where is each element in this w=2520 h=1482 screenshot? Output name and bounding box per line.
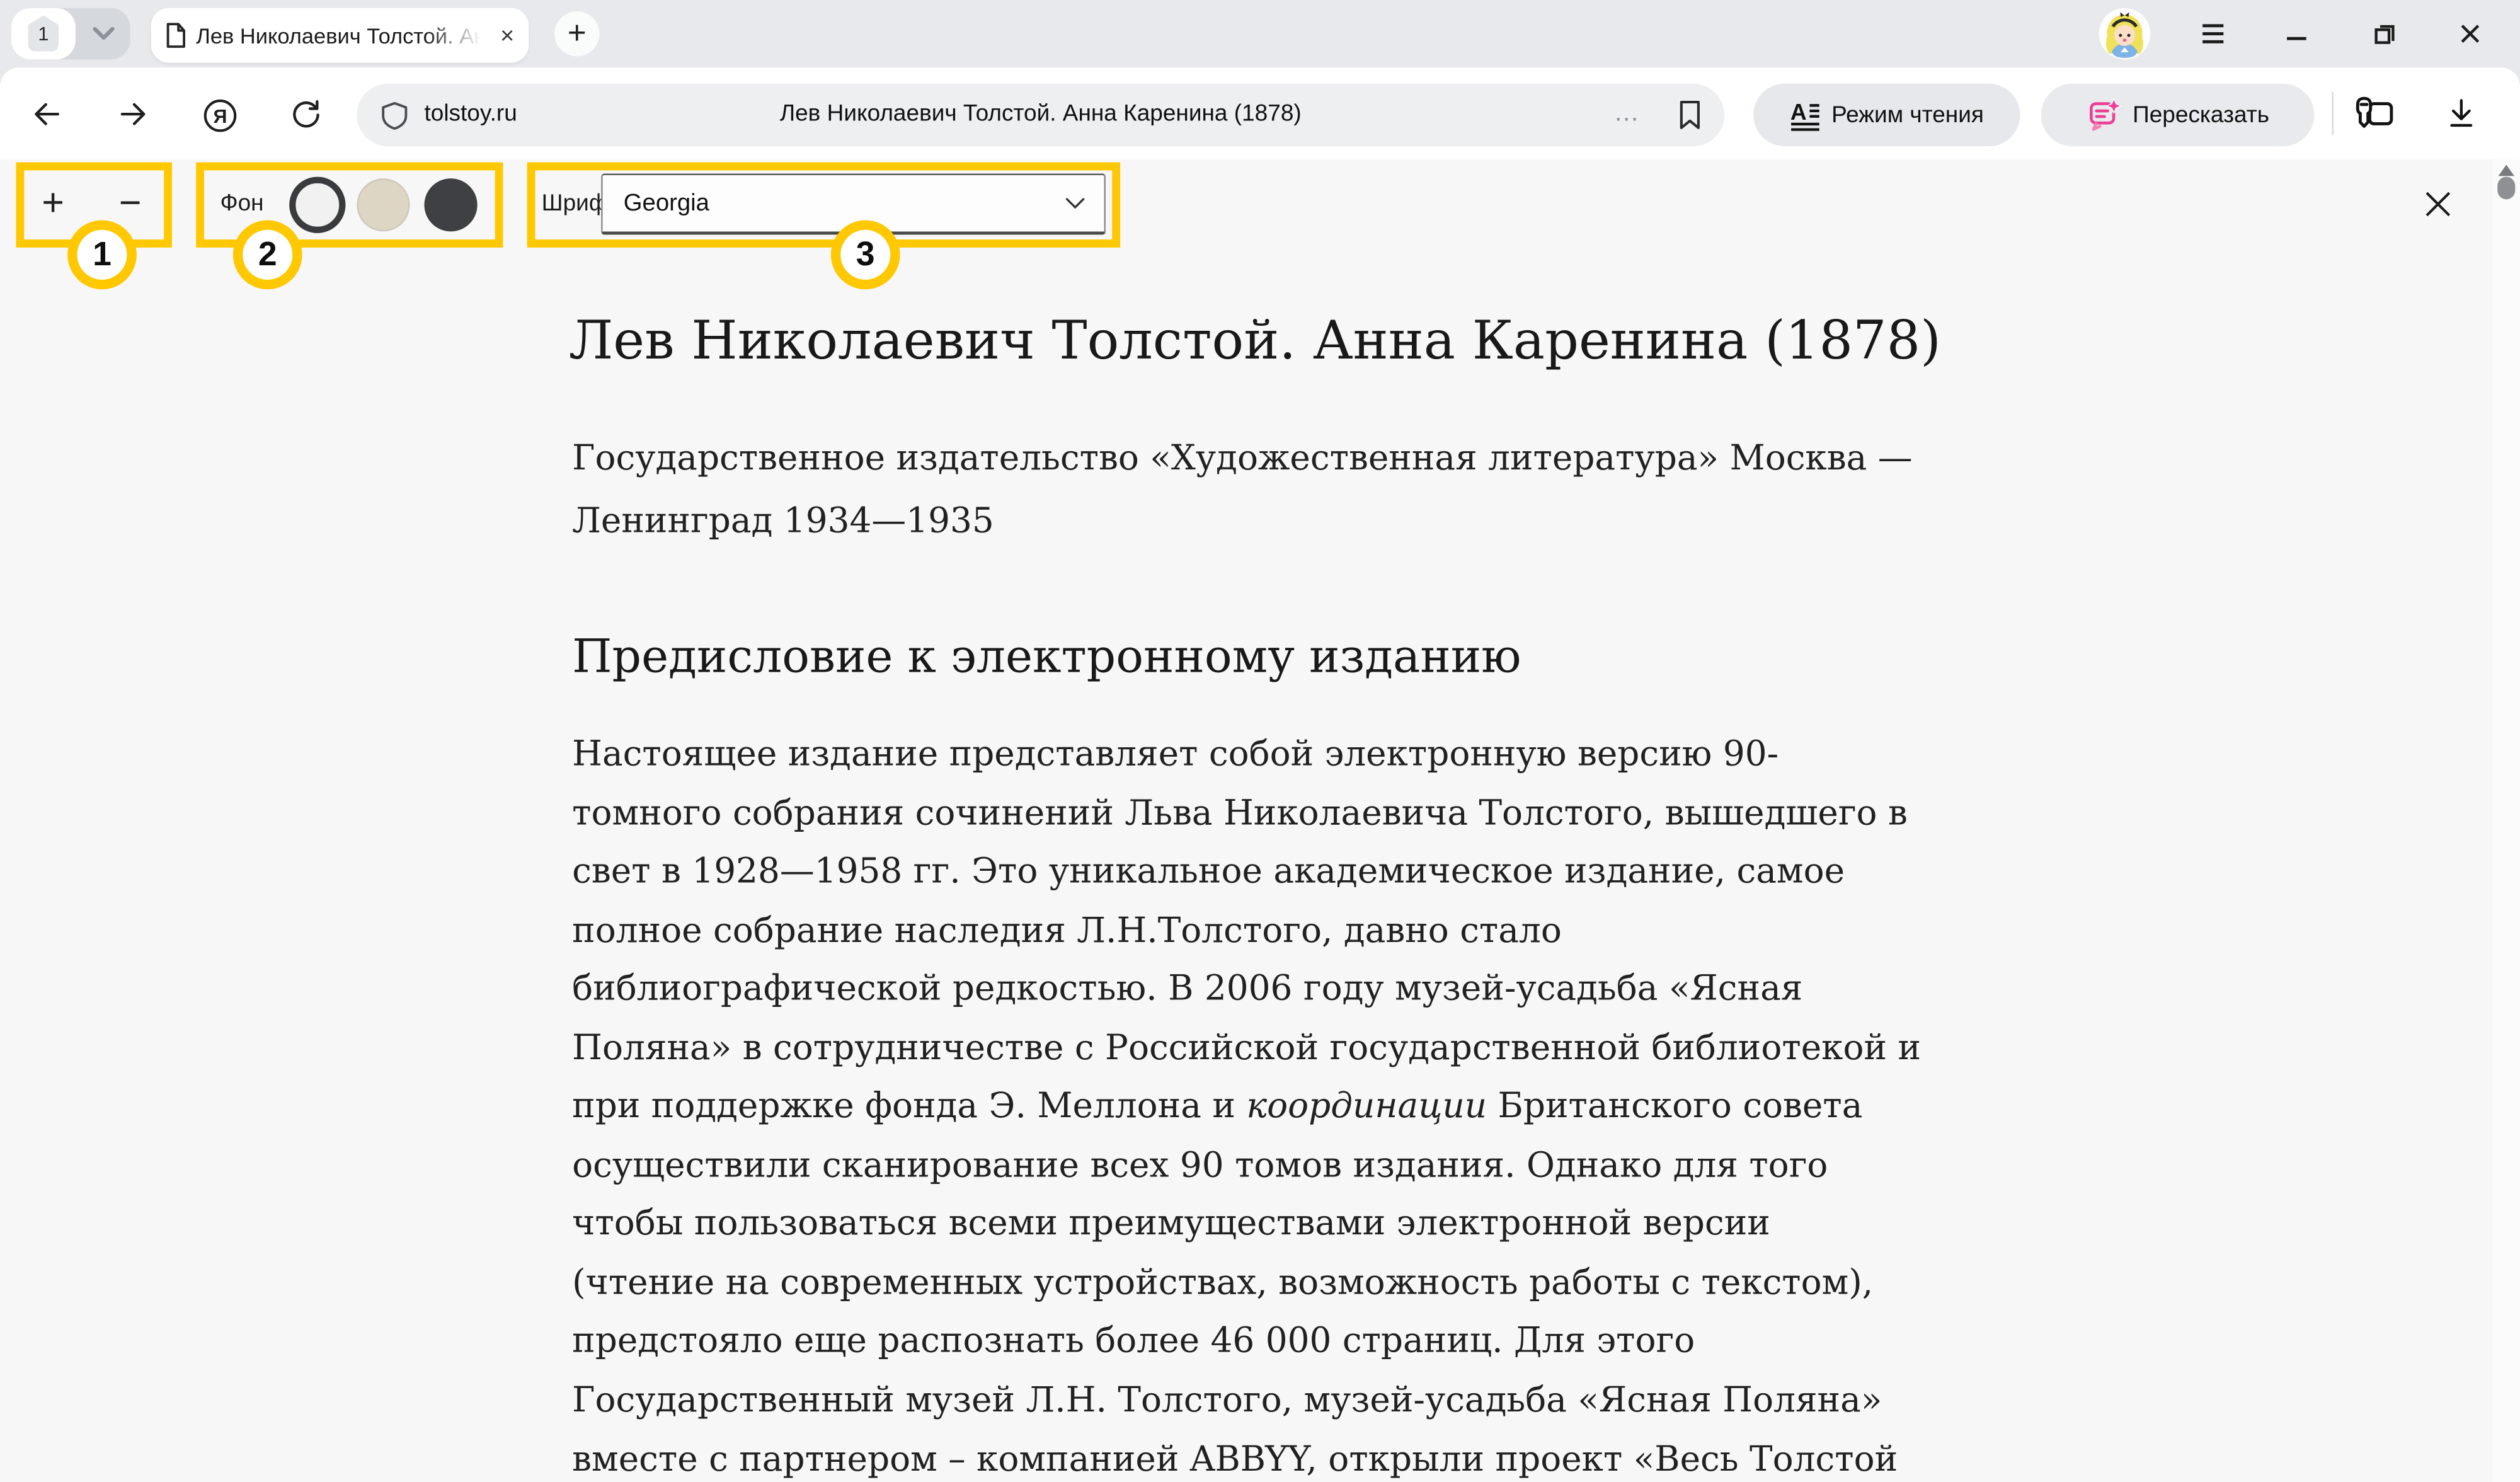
minimize-button[interactable] [2284, 21, 2310, 47]
more-options-icon[interactable]: … [1613, 84, 1641, 143]
forward-arrow-icon [117, 98, 149, 130]
reader-content: Лев Николаевич Толстой. Анна Каренина (1… [0, 251, 2493, 1482]
font-select-value: Georgia [624, 175, 709, 231]
body-line: свет в 1928—1958 гг. Это уникальное акад… [572, 844, 1921, 903]
article-body: Настоящее издание представляет собой эле… [572, 727, 1921, 1482]
back-arrow-icon [30, 98, 62, 130]
retell-button[interactable]: Пересказать [2041, 84, 2315, 146]
body-line-segment: при поддержке фонда Э. Меллона и [572, 1087, 1246, 1127]
article-title: Лев Николаевич Толстой. Анна Каренина (1… [569, 309, 1941, 371]
restore-button[interactable] [2372, 21, 2398, 47]
subtitle-line: Ленинград 1934—1935 [572, 491, 1912, 553]
tab-count-badge[interactable]: 1 [11, 8, 76, 60]
reading-mode-button[interactable]: А Режим чтения [1753, 84, 2020, 146]
url-page-title: Лев Николаевич Толстой. Анна Каренина (1… [357, 84, 1724, 146]
tab-close-icon[interactable]: × [500, 23, 514, 47]
body-line: предстояло еще распознать более 46 000 с… [572, 1314, 1921, 1372]
tab-list-dropdown[interactable] [76, 8, 130, 60]
avatar-girl-icon [2099, 8, 2151, 60]
scrollbar-thumb[interactable] [2497, 177, 2515, 200]
page-icon [166, 23, 186, 49]
passwords-cards-button[interactable] [2353, 95, 2397, 135]
retell-sparkle-chat-icon [2086, 97, 2121, 132]
new-tab-button[interactable]: + [554, 11, 599, 56]
body-line: Государственный музей Л.Н. Толстого, муз… [572, 1373, 1921, 1432]
body-line: чтобы пользоваться всеми преимуществами … [572, 1197, 1921, 1255]
article-heading: Предисловие к электронному изданию [572, 630, 1521, 683]
reload-icon [289, 98, 323, 132]
body-line: (чтение на современных устройствах, возм… [572, 1255, 1921, 1314]
tab-count-label: 1 [38, 23, 49, 45]
body-line: Настоящее издание представляет собой эле… [572, 727, 1921, 785]
url-bar[interactable]: tolstoy.ru Лев Николаевич Толстой. Анна … [357, 84, 1724, 146]
body-line: Поляна» в сотрудничестве с Российской го… [572, 1020, 1921, 1079]
body-line-segment: Британского совета [1487, 1087, 1862, 1127]
retell-label: Пересказать [2133, 102, 2269, 128]
background-swatch-sepia[interactable] [357, 178, 410, 231]
body-line: осуществили сканирование всех 90 томов и… [572, 1138, 1921, 1197]
scrollbar[interactable] [2493, 159, 2520, 1482]
background-swatch-light[interactable] [289, 177, 345, 233]
menu-button[interactable] [2200, 21, 2226, 47]
chevron-down-icon [91, 26, 115, 42]
browser-window: 1 Лев Николаевич Толстой. Анна Каренина … [0, 0, 2520, 1482]
reader-mode-toolbar: + − Фон Шрифт Georgia 1 [0, 159, 2493, 253]
svg-text:А: А [1790, 99, 1806, 124]
browser-tab[interactable]: Лев Николаевич Толстой. Анна Каренина (1… [151, 8, 529, 63]
download-icon [2444, 96, 2478, 130]
background-swatch-dark[interactable] [424, 178, 477, 231]
tab-title: Лев Николаевич Толстой. Анна Каренина (1… [196, 23, 490, 47]
callout-badge-3: 3 [831, 220, 900, 289]
scroll-up-arrow-icon[interactable] [2497, 164, 2515, 176]
tab-counter[interactable]: 1 [11, 8, 130, 60]
toolbar-divider [2332, 91, 2334, 135]
tab-bar: 1 Лев Николаевич Толстой. Анна Каренина … [0, 0, 2520, 67]
reload-button[interactable] [289, 98, 323, 132]
key-card-icon [2353, 95, 2397, 135]
callout-badge-1: 1 [67, 220, 137, 289]
profile-avatar[interactable] [2099, 8, 2151, 60]
hamburger-icon [2200, 21, 2226, 47]
body-line: библиографической редкостью. В 2006 году… [572, 962, 1921, 1020]
bookmark-icon[interactable] [1678, 100, 1702, 130]
body-line-italic: координации [1246, 1087, 1487, 1127]
browser-page: Я tolstoy.ru Лев Николаевич Толстой. Анн… [0, 67, 2520, 1482]
subtitle-line: Государственное издательство «Художестве… [572, 429, 1912, 491]
reading-mode-label: Режим чтения [1831, 102, 1984, 128]
chevron-down-icon [1064, 196, 1087, 210]
yandex-logo-icon: Я [202, 98, 238, 134]
minimize-icon [2284, 21, 2310, 47]
back-button[interactable] [30, 98, 62, 130]
article-subtitle: Государственное издательство «Художестве… [572, 429, 1912, 553]
body-line: при поддержке фонда Э. Меллона и координ… [572, 1079, 1921, 1137]
downloads-button[interactable] [2444, 96, 2478, 130]
forward-button[interactable] [117, 98, 149, 130]
reading-mode-icon: А [1790, 99, 1820, 131]
address-bar: Я tolstoy.ru Лев Николаевич Толстой. Анн… [0, 67, 2520, 159]
close-reader-toolbar-button[interactable] [2420, 187, 2456, 222]
yandex-home-button[interactable]: Я [202, 98, 238, 134]
body-line: вместе с партнером – компанией ABBYY, от… [572, 1432, 1921, 1482]
svg-text:Я: Я [213, 106, 227, 127]
close-icon [2457, 21, 2483, 47]
body-line: полное собрание наследия Л.Н.Толстого, д… [572, 903, 1921, 962]
font-increase-button[interactable]: + [34, 159, 72, 248]
close-icon [2420, 187, 2456, 222]
body-line: томного собрания сочинений Льва Николаев… [572, 785, 1921, 844]
restore-icon [2372, 21, 2398, 47]
close-window-button[interactable] [2457, 21, 2483, 47]
callout-badge-2: 2 [233, 220, 302, 289]
